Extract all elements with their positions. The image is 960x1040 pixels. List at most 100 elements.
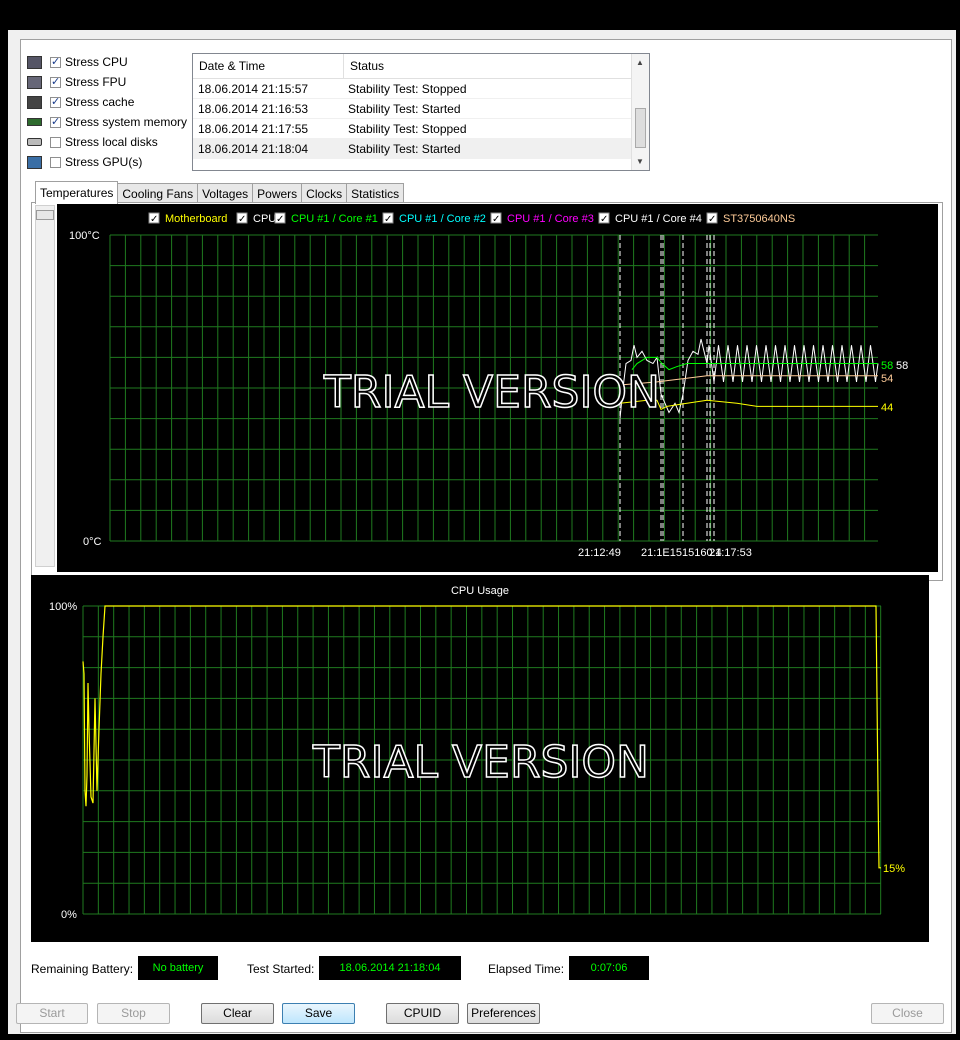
content-panel: Stress CPU Stress FPU Stress cache Stres… bbox=[20, 39, 952, 1033]
current-value-cpu-usage: 15% bbox=[883, 863, 905, 875]
tab-temperatures[interactable]: Temperatures bbox=[35, 181, 119, 204]
log-time: 18.06.2014 21:16:53 bbox=[198, 101, 309, 116]
tab-bar: Temperatures Cooling Fans Voltages Power… bbox=[35, 181, 405, 204]
temperature-chart: ✓ Motherboard ✓ CPU ✓ CPU #1 / Core #1 ✓ CPU #1… bbox=[57, 204, 938, 572]
log-status: Stability Test: Stopped bbox=[348, 81, 467, 96]
stress-gpu-checkbox[interactable] bbox=[50, 156, 61, 168]
battery-label: Remaining Battery: bbox=[31, 962, 134, 976]
time-label: 21:17:53 bbox=[709, 547, 752, 559]
log-time: 18.06.2014 21:15:57 bbox=[198, 81, 309, 96]
stability-test-window: Stress CPU Stress FPU Stress cache Stres… bbox=[8, 30, 956, 1034]
clear-button[interactable]: Clear bbox=[201, 1003, 274, 1024]
start-button[interactable]: Start bbox=[16, 1003, 88, 1024]
stress-fpu-checkbox[interactable] bbox=[50, 75, 61, 88]
legend-entry: CPU #1 / Core #4 bbox=[615, 213, 702, 225]
save-button[interactable]: Save bbox=[282, 1003, 355, 1024]
current-value-motherboard: 44 bbox=[881, 402, 893, 414]
time-label: 21:12:49 bbox=[578, 547, 621, 559]
log-row[interactable]: 18.06.2014 21:16:53 Stability Test: Star… bbox=[193, 99, 649, 119]
elapsed-time-label: Elapsed Time: bbox=[488, 962, 565, 976]
tab-cooling-fans[interactable]: Cooling Fans bbox=[117, 183, 199, 204]
tab-clocks[interactable]: Clocks bbox=[301, 183, 348, 204]
current-value-hdd: 54 bbox=[881, 373, 893, 385]
legend-check-icon: ✓ bbox=[238, 214, 246, 225]
stress-cache-checkbox[interactable] bbox=[50, 95, 61, 108]
history-slider[interactable] bbox=[35, 205, 55, 567]
trial-watermark: TRIAL VERSION bbox=[312, 737, 649, 788]
log-row[interactable]: 18.06.2014 21:15:57 Stability Test: Stop… bbox=[193, 79, 649, 99]
tab-powers[interactable]: Powers bbox=[252, 183, 303, 204]
stress-cache-label: Stress cache bbox=[65, 95, 135, 109]
log-time: 18.06.2014 21:17:55 bbox=[198, 121, 309, 136]
log-status: Stability Test: Stopped bbox=[348, 121, 467, 136]
current-value-cpu: 58 bbox=[896, 360, 908, 372]
legend-entry: CPU #1 / Core #1 bbox=[291, 213, 378, 225]
battery-value: No battery bbox=[138, 956, 218, 980]
log-header-status[interactable]: Status bbox=[344, 59, 384, 73]
stress-memory-option[interactable]: Stress system memory bbox=[27, 113, 187, 131]
current-value-core1: 58 bbox=[881, 360, 893, 372]
log-header: Date & Time Status bbox=[193, 54, 649, 79]
preferences-button[interactable]: Preferences bbox=[467, 1003, 540, 1024]
tab-voltages[interactable]: Voltages bbox=[197, 183, 254, 204]
log-row[interactable]: 18.06.2014 21:17:55 Stability Test: Stop… bbox=[193, 119, 649, 139]
log-time: 18.06.2014 21:18:04 bbox=[198, 141, 309, 156]
memory-icon bbox=[27, 118, 42, 126]
gpu-icon bbox=[27, 155, 42, 169]
stress-memory-label: Stress system memory bbox=[65, 115, 188, 129]
legend-check-icon: ✓ bbox=[600, 214, 608, 225]
tab-statistics[interactable]: Statistics bbox=[346, 183, 405, 204]
scroll-down-icon[interactable]: ▼ bbox=[636, 157, 644, 166]
stress-disks-label: Stress local disks bbox=[65, 135, 158, 149]
scroll-up-icon[interactable]: ▲ bbox=[636, 58, 644, 67]
test-started-value: 18.06.2014 21:18:04 bbox=[319, 956, 461, 980]
legend-check-icon: ✓ bbox=[150, 214, 158, 225]
legend-entry: CPU bbox=[253, 213, 276, 225]
test-started-label: Test Started: bbox=[247, 962, 315, 976]
cpu-usage-chart-svg: CPU Usage 100% 0% 15% TRIAL VERSION bbox=[49, 585, 905, 921]
log-header-datetime[interactable]: Date & Time bbox=[193, 54, 344, 78]
legend-entry: ST3750640NS bbox=[723, 213, 795, 225]
stress-cpu-option[interactable]: Stress CPU bbox=[27, 53, 128, 71]
legend-check-icon: ✓ bbox=[384, 214, 392, 225]
stress-cache-option[interactable]: Stress cache bbox=[27, 93, 134, 111]
fpu-icon bbox=[27, 75, 42, 89]
legend-check-icon: ✓ bbox=[708, 214, 716, 225]
elapsed-time-value: 0:07:06 bbox=[569, 956, 649, 980]
test-log-list[interactable]: Date & Time Status 18.06.2014 21:15:57 S… bbox=[192, 53, 650, 171]
stress-fpu-option[interactable]: Stress FPU bbox=[27, 73, 126, 91]
cpu-icon bbox=[27, 55, 42, 69]
log-status: Stability Test: Started bbox=[348, 101, 461, 116]
legend-entry: Motherboard bbox=[165, 213, 227, 225]
stress-cpu-checkbox[interactable] bbox=[50, 55, 61, 68]
log-scroll-thumb[interactable] bbox=[635, 108, 646, 148]
close-button[interactable]: Close bbox=[871, 1003, 944, 1024]
stress-memory-checkbox[interactable] bbox=[50, 115, 61, 128]
stress-gpu-option[interactable]: Stress GPU(s) bbox=[27, 153, 142, 171]
legend-entry: CPU #1 / Core #2 bbox=[399, 213, 486, 225]
cpuid-button[interactable]: CPUID bbox=[386, 1003, 459, 1024]
cache-icon bbox=[27, 95, 42, 109]
stress-gpu-label: Stress GPU(s) bbox=[65, 155, 143, 169]
log-scrollbar[interactable]: ▲ ▼ bbox=[631, 54, 649, 170]
chart-title: CPU Usage bbox=[451, 585, 509, 597]
y-axis-bottom-label: 0°C bbox=[83, 536, 102, 548]
stress-fpu-label: Stress FPU bbox=[65, 75, 127, 89]
stress-disks-option[interactable]: Stress local disks bbox=[27, 133, 158, 151]
log-status: Stability Test: Started bbox=[348, 141, 461, 156]
stress-cpu-label: Stress CPU bbox=[65, 55, 128, 69]
y-axis-bottom-label: 0% bbox=[61, 909, 77, 921]
disk-icon bbox=[27, 138, 42, 146]
slider-thumb[interactable] bbox=[36, 210, 54, 220]
stress-disks-checkbox[interactable] bbox=[50, 136, 61, 148]
log-row[interactable]: 18.06.2014 21:18:04 Stability Test: Star… bbox=[193, 139, 649, 159]
trial-watermark: TRIAL VERSION bbox=[323, 367, 660, 418]
legend-check-icon: ✓ bbox=[276, 214, 284, 225]
temperature-chart-svg: ✓ Motherboard ✓ CPU ✓ CPU #1 / Core #1 ✓ CPU #1… bbox=[69, 212, 908, 559]
stop-button[interactable]: Stop bbox=[97, 1003, 170, 1024]
legend-check-icon: ✓ bbox=[492, 214, 500, 225]
y-axis-top-label: 100°C bbox=[69, 230, 100, 242]
y-axis-top-label: 100% bbox=[49, 601, 77, 613]
legend-entry: CPU #1 / Core #3 bbox=[507, 213, 594, 225]
cpu-usage-chart: CPU Usage 100% 0% 15% TRIAL VERSION bbox=[31, 575, 929, 942]
